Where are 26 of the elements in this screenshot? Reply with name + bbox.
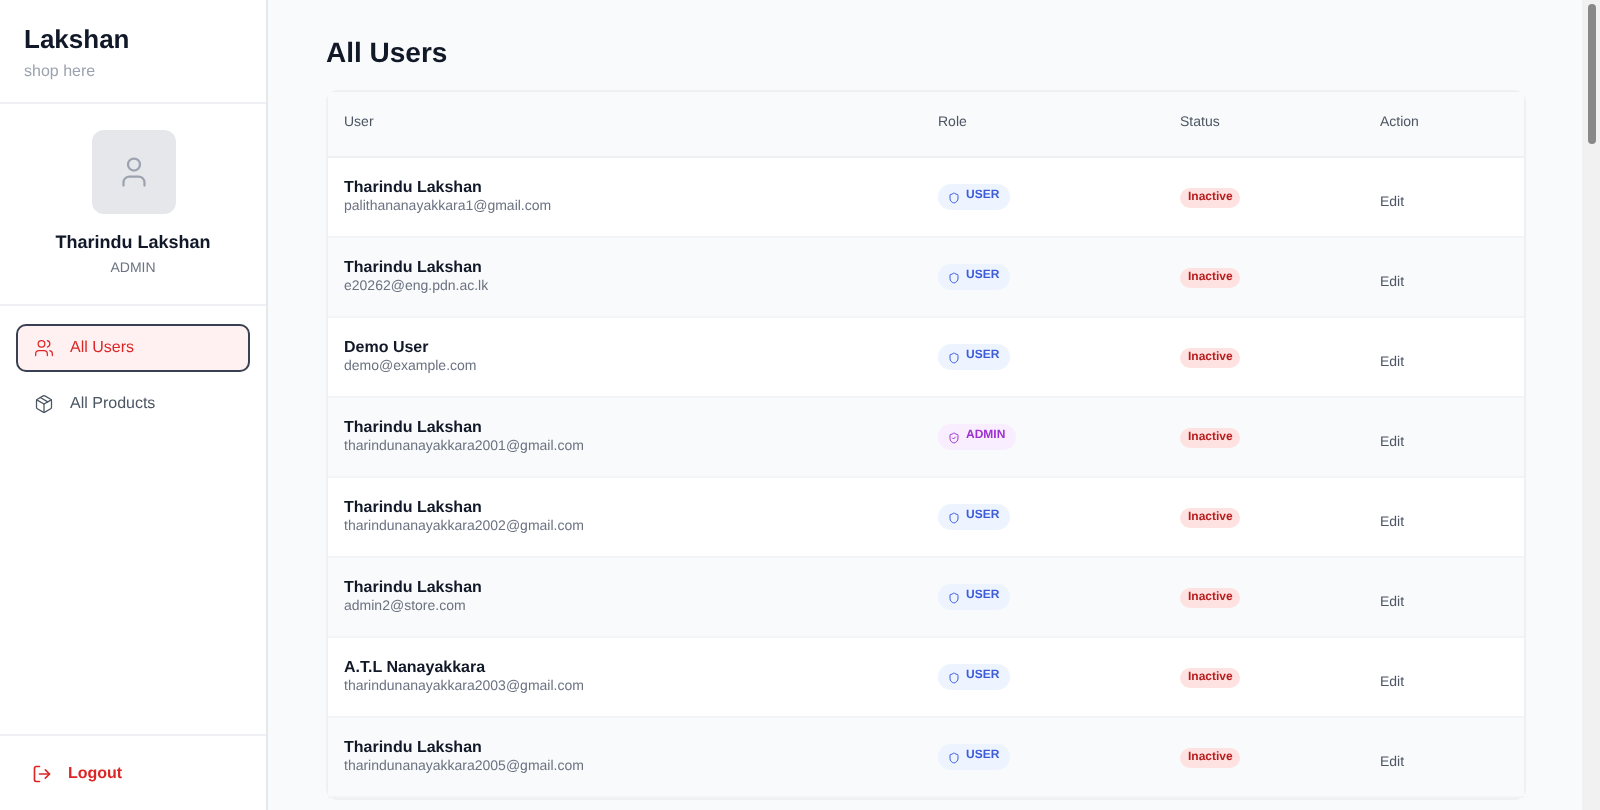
page-title: All Users: [326, 34, 450, 70]
brand-tagline: shop here: [24, 60, 98, 84]
user-name: Tharindu Lakshan: [344, 736, 482, 758]
shield-icon: [948, 431, 960, 443]
user-name: Demo User: [344, 336, 429, 358]
box-icon: [34, 394, 54, 414]
shield-icon: [948, 591, 960, 603]
user-name: A.T.L Nanayakkara: [344, 656, 486, 678]
profile-name: Tharindu Lakshan: [55, 230, 211, 256]
shield-icon: [948, 671, 960, 683]
shield-icon: [948, 191, 960, 203]
nav-item[interactable]: All Users: [16, 324, 250, 372]
user-name: Tharindu Lakshan: [344, 576, 482, 598]
users-icon: [34, 338, 54, 358]
user-name: Tharindu Lakshan: [344, 416, 482, 438]
shield-icon: [948, 351, 960, 363]
nav-item[interactable]: All Products: [16, 380, 250, 428]
shield-icon: [948, 511, 960, 523]
user-name: Tharindu Lakshan: [344, 256, 482, 278]
shield-icon: [948, 751, 960, 763]
shield-icon: [948, 271, 960, 283]
user-name: Tharindu Lakshan: [344, 176, 482, 198]
user-name: Tharindu Lakshan: [344, 496, 482, 518]
logout-icon: [32, 763, 52, 783]
logout-button[interactable]: Logout: [32, 761, 123, 785]
brand-name: Lakshan: [24, 24, 132, 56]
